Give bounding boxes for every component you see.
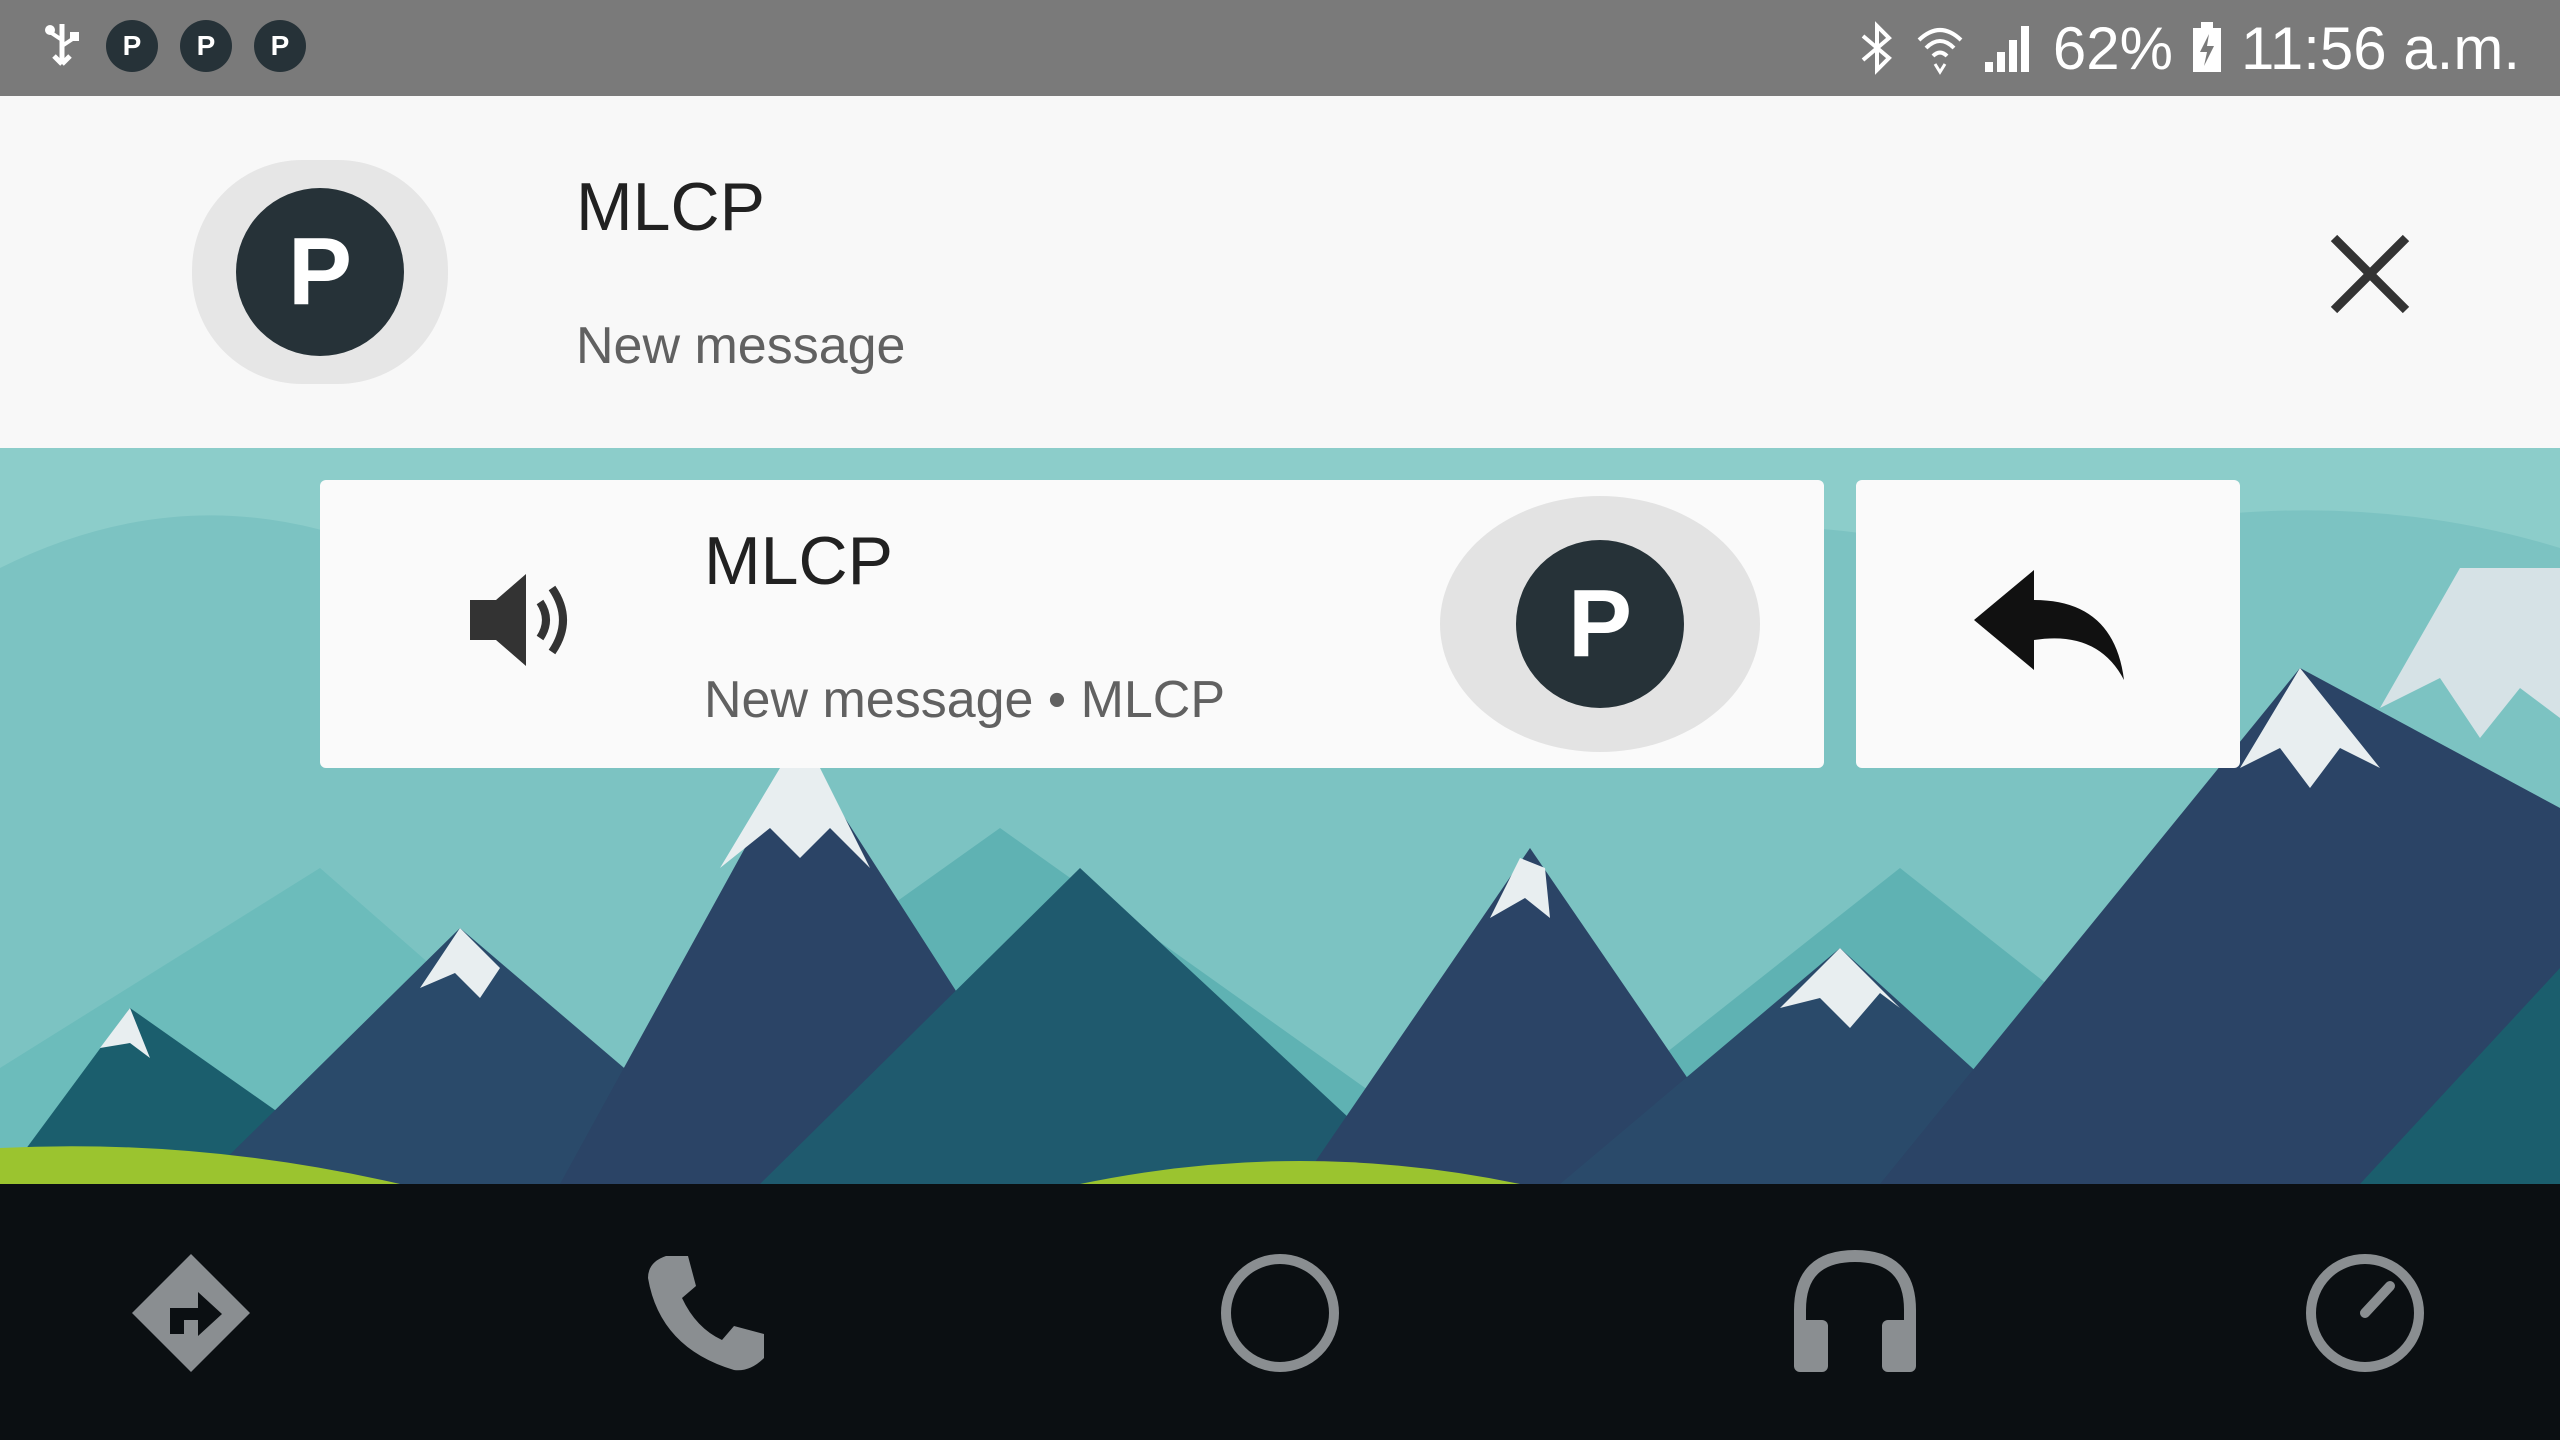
home-icon[interactable] (1215, 1248, 1345, 1378)
speaker-icon[interactable] (460, 560, 580, 680)
battery-charging-icon (2192, 22, 2221, 72)
battery-percent: 62% (2052, 14, 2173, 82)
wifi-icon (1917, 28, 1963, 75)
notification-title: MLCP (576, 169, 765, 245)
notification-p-icon: P (106, 20, 158, 72)
avatar: P (236, 188, 404, 356)
notification-p-icon: P (254, 20, 306, 72)
bluetooth-icon (1861, 21, 1892, 75)
navigation-icon[interactable] (126, 1248, 256, 1378)
message-title: MLCP (704, 523, 893, 599)
avatar: P (1516, 540, 1684, 708)
status-time: 11:56 a.m. (2240, 14, 2520, 82)
headphones-icon[interactable] (1790, 1248, 1920, 1378)
status-bar-right: 62% 11:56 a.m. (1857, 10, 2520, 86)
heads-up-notification[interactable]: P MLCP New message (0, 96, 2560, 448)
close-icon[interactable] (2320, 224, 2420, 324)
reply-icon (1974, 570, 2124, 680)
status-bar: P P P 62% 11:56 a.m. (0, 0, 2560, 96)
usb-icon (45, 24, 79, 66)
phone-icon[interactable] (640, 1248, 770, 1378)
message-card[interactable]: MLCP New message • MLCP P (320, 480, 1824, 768)
status-bar-left: P P P (40, 20, 306, 72)
notification-subtitle: New message (576, 317, 906, 375)
nav-bar (0, 1184, 2560, 1440)
message-subtitle: New message • MLCP (704, 671, 1226, 729)
signal-icon (1984, 26, 2029, 72)
notification-p-icon: P (180, 20, 232, 72)
reply-button[interactable] (1856, 480, 2240, 768)
exit-icon[interactable] (2300, 1248, 2430, 1378)
